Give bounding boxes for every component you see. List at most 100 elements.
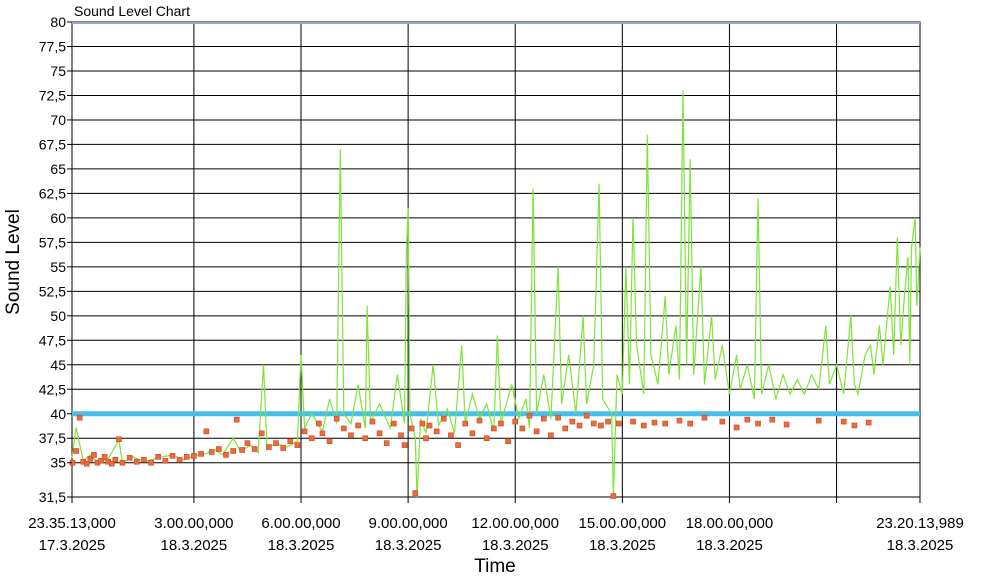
data-marker (301, 428, 308, 435)
data-marker (73, 448, 79, 454)
x-tick-label: 3.00.00,000 (154, 515, 233, 532)
data-marker (319, 430, 326, 437)
x-tick-date: 18.3.2025 (887, 537, 954, 554)
x-tick-date: 18.3.2025 (589, 537, 656, 554)
data-marker (448, 432, 454, 439)
data-marker (548, 432, 554, 439)
data-marker (555, 414, 561, 421)
data-marker (491, 425, 497, 432)
y-tick-label: 75 (50, 63, 66, 79)
data-marker (498, 420, 504, 427)
x-tick-date: 18.3.2025 (268, 537, 335, 554)
data-marker (433, 428, 440, 435)
data-marker (169, 453, 176, 459)
data-marker (244, 440, 251, 446)
data-marker (562, 425, 569, 432)
y-tick-label: 77,5 (39, 38, 66, 54)
x-ticks: 23.35.13,000 17.3.2025 3.00.00,000 18.3.202… (28, 497, 964, 554)
data-marker (273, 440, 279, 446)
y-tick-label: 55 (50, 259, 66, 275)
data-marker (294, 442, 301, 448)
data-marker (505, 438, 511, 444)
data-marker (651, 419, 658, 426)
y-tick-label: 50 (50, 308, 66, 324)
x-tick-label: 12.00.00,000 (471, 515, 559, 532)
data-marker (355, 422, 361, 429)
data-marker (208, 449, 215, 455)
data-marker (223, 452, 229, 458)
y-tick-label: 67,5 (39, 136, 66, 152)
data-marker (155, 454, 161, 460)
data-marker (101, 454, 108, 460)
data-marker (230, 448, 236, 454)
data-marker (76, 414, 83, 421)
x-tick-date: 18.3.2025 (161, 537, 228, 554)
data-marker (362, 435, 369, 442)
data-marker (476, 417, 483, 424)
data-marker (576, 422, 583, 429)
data-marker (615, 420, 622, 427)
data-marker (865, 419, 872, 426)
y-tick-label: 72,5 (39, 87, 66, 103)
data-marker (287, 438, 294, 444)
data-marker (326, 438, 333, 444)
data-marker (119, 459, 126, 466)
data-marker (251, 446, 258, 452)
data-marker (266, 444, 272, 450)
data-marker (662, 420, 668, 427)
x-tick-date: 18.3.2025 (375, 537, 442, 554)
data-marker (610, 493, 617, 499)
data-marker (441, 415, 447, 422)
data-marker (341, 425, 347, 432)
x-tick-label: 23.35.13,000 (28, 515, 116, 532)
data-marker (133, 458, 140, 465)
data-marker (569, 418, 576, 425)
data-marker (462, 420, 469, 427)
y-tick-label: 60 (50, 210, 66, 226)
data-marker (815, 417, 822, 424)
data-marker (676, 417, 683, 424)
data-marker (333, 415, 340, 422)
y-tick-label: 80 (50, 14, 66, 30)
data-marker (216, 446, 222, 452)
data-marker (840, 418, 847, 425)
data-marker (112, 456, 119, 463)
data-marker (526, 412, 533, 419)
data-marker (533, 428, 540, 435)
data-marker (376, 430, 383, 437)
x-tick-date: 17.3.2025 (39, 537, 106, 554)
data-marker (755, 420, 761, 427)
data-marker (398, 432, 404, 439)
data-marker (148, 459, 154, 466)
data-marker (408, 425, 415, 432)
data-marker (719, 418, 726, 425)
data-marker (630, 418, 636, 425)
y-tick-label: 70 (50, 112, 66, 128)
data-marker (733, 424, 740, 431)
y-tick-label: 40 (50, 406, 66, 422)
x-tick-label: 15.00.00,000 (579, 515, 667, 532)
x-tick-date: 18.3.2025 (696, 537, 763, 554)
y-tick-label: 31,5 (39, 489, 66, 505)
x-tick-date: 18.3.2025 (482, 537, 549, 554)
data-marker (191, 453, 197, 459)
data-marker (519, 425, 526, 432)
data-marker (308, 435, 315, 442)
data-marker (540, 415, 547, 422)
data-marker (203, 428, 210, 435)
data-marker (141, 456, 147, 463)
data-marker (116, 436, 122, 443)
data-marker (391, 420, 397, 427)
y-tick-label: 52,5 (39, 283, 66, 299)
data-marker (851, 422, 858, 429)
data-marker (701, 414, 708, 421)
data-marker (316, 420, 322, 427)
y-tick-label: 37,5 (39, 430, 66, 446)
y-tick-label: 42,5 (39, 381, 66, 397)
data-marker (605, 418, 611, 425)
data-marker (176, 456, 183, 463)
data-marker (239, 447, 245, 453)
y-tick-label: 35 (50, 455, 66, 471)
y-tick-label: 57,5 (39, 234, 66, 250)
data-marker (83, 460, 90, 467)
